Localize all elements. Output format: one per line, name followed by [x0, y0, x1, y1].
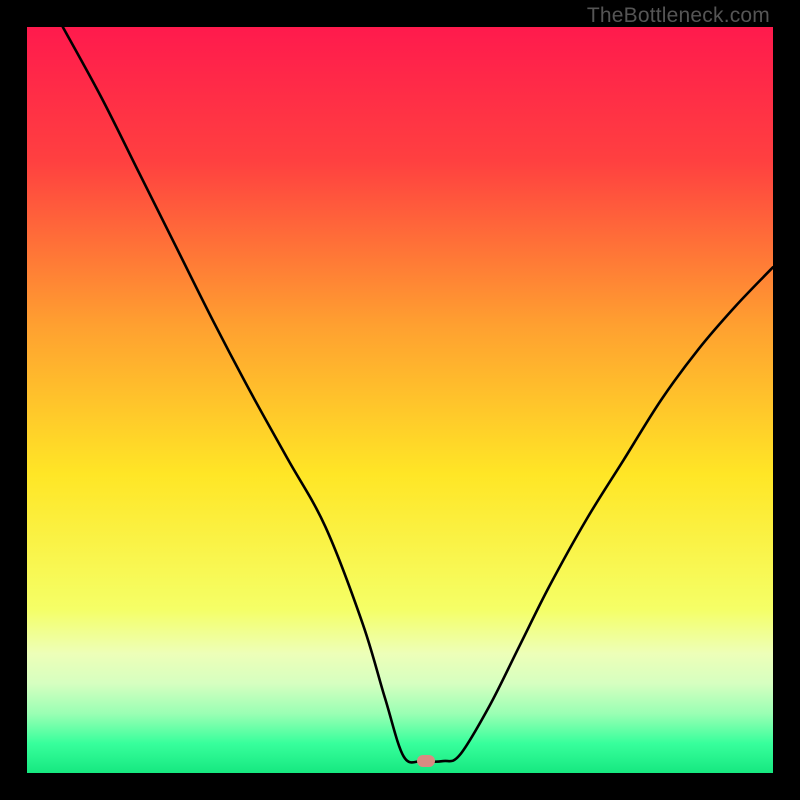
minimum-marker [417, 755, 435, 767]
watermark-text: TheBottleneck.com [587, 4, 770, 28]
bottleneck-curve-path [63, 27, 773, 763]
bottleneck-chart: TheBottleneck.com [0, 0, 800, 800]
curve-layer [27, 27, 773, 773]
